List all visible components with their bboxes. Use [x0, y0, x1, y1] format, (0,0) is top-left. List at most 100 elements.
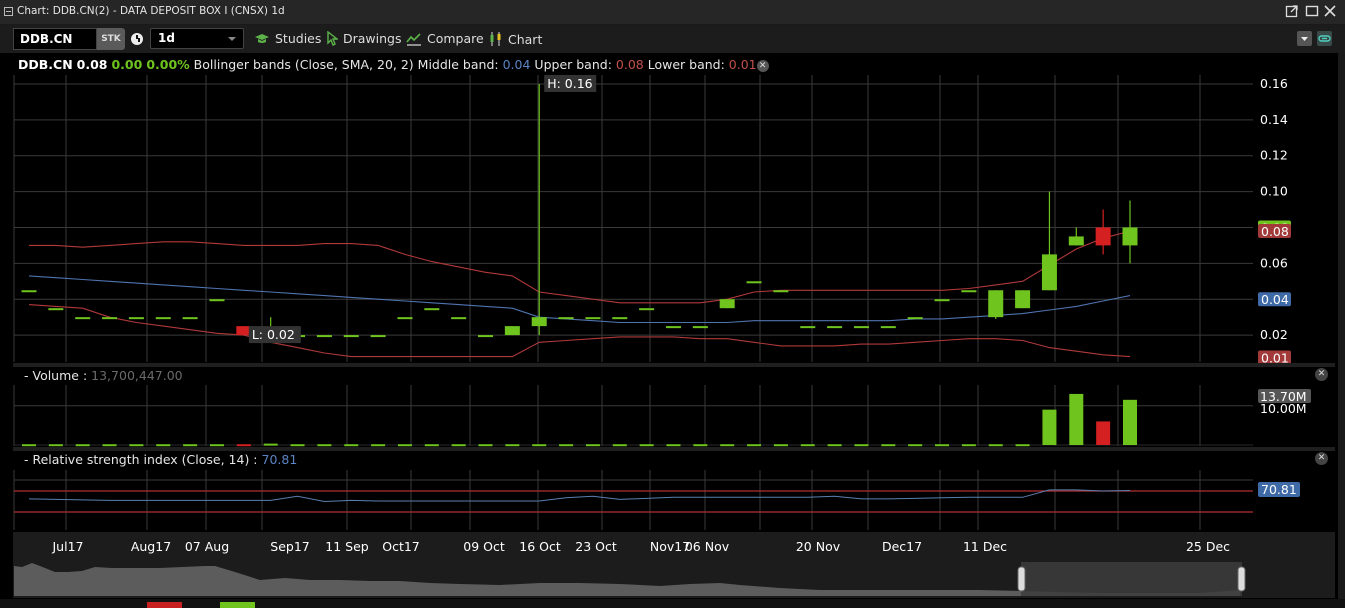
candle-body — [397, 317, 413, 320]
candle-body — [988, 290, 1004, 318]
volume-bar — [585, 444, 600, 447]
volume-bar — [290, 444, 305, 447]
close-volume-pane-icon[interactable]: ✕ — [1315, 368, 1328, 381]
rsi-title: - Relative strength index (Close, 14) : — [24, 452, 258, 467]
navigator-handle[interactable] — [1237, 566, 1246, 592]
candle-body — [182, 317, 198, 320]
volume-bar — [908, 444, 923, 447]
time-tick-label: 25 Dec — [1186, 539, 1230, 554]
pane-divider[interactable] — [13, 447, 1335, 451]
navigator-selection — [1021, 562, 1242, 596]
volume-bar — [639, 444, 654, 447]
candle-body — [478, 335, 494, 338]
volume-bar — [209, 444, 224, 447]
volume-bar — [505, 444, 520, 447]
volume-bar — [612, 444, 627, 447]
volume-bar — [1015, 444, 1030, 447]
candle-body — [719, 299, 735, 309]
candle-body — [1068, 236, 1084, 246]
price-badge-label: 0.08 — [1261, 224, 1289, 239]
candle-body — [1122, 227, 1138, 246]
volume-bar — [263, 443, 278, 446]
candle-body — [853, 326, 869, 329]
chart-svg: 0.160.140.120.100.080.060.040.020.080.08… — [13, 74, 1335, 598]
price-tick-label: 0.10 — [1260, 184, 1288, 199]
candle-body — [102, 317, 118, 320]
volume-value: 13,700,447.00 — [91, 368, 183, 383]
volume-bar — [371, 444, 386, 447]
rsi-pane-title: - Relative strength index (Close, 14) : … — [24, 452, 297, 467]
volume-bar — [559, 444, 574, 447]
candle-body — [128, 317, 144, 320]
volume-bar — [1096, 421, 1111, 445]
time-tick-label: Sep17 — [270, 539, 309, 554]
price-axis: 0.160.140.120.100.080.060.040.020.080.08… — [1258, 76, 1291, 366]
lower-band-line — [28, 304, 1131, 358]
volume-bar — [48, 444, 63, 447]
time-tick-label: 06 Nov — [685, 539, 730, 554]
taskbar-strip — [0, 599, 1345, 608]
candle-body — [907, 317, 923, 320]
bollinger-bands — [28, 230, 1131, 358]
annotation-label: H: 0.16 — [547, 76, 592, 91]
candle-body — [424, 308, 440, 311]
candle-body — [370, 335, 386, 338]
volume-bar — [75, 444, 90, 447]
candle-body — [1095, 227, 1111, 246]
candle-body — [880, 326, 896, 329]
candle-body — [961, 290, 977, 293]
candle-body — [155, 317, 171, 320]
volume-bar — [156, 444, 171, 447]
candle-body — [504, 326, 520, 336]
volume-bar — [532, 444, 547, 447]
candle-body — [343, 335, 359, 338]
volume-bar — [344, 444, 359, 447]
volume-bar — [773, 444, 788, 447]
time-tick-label: 23 Oct — [575, 539, 617, 554]
time-tick-label: Dec17 — [882, 539, 922, 554]
candle-body — [800, 326, 816, 329]
rsi-value: 70.81 — [261, 452, 298, 467]
volume-bar — [988, 444, 1003, 447]
close-rsi-pane-icon[interactable]: ✕ — [1315, 452, 1328, 465]
candle-body — [746, 281, 762, 284]
price-tick-label: 0.12 — [1260, 148, 1288, 163]
annotations: H: 0.16 L: 0.02 — [248, 74, 597, 344]
volume-pane-title: - Volume : 13,700,447.00 — [24, 368, 183, 383]
time-tick-label: Aug17 — [131, 539, 171, 554]
rsi-axis: 70.81 — [1258, 482, 1300, 497]
tab-indicator-red[interactable] — [147, 602, 182, 608]
candle-body — [665, 326, 681, 329]
candle-body — [316, 335, 332, 338]
candle-body — [773, 290, 789, 293]
volume-bar — [693, 444, 708, 447]
volume-bar — [317, 444, 332, 447]
navigator-handle[interactable] — [1017, 566, 1026, 592]
volume-bar — [424, 444, 439, 447]
annotation-label: L: 0.02 — [252, 327, 295, 342]
price-tick-label: 0.02 — [1260, 327, 1288, 342]
tab-indicator-green[interactable] — [220, 602, 255, 608]
candle-body — [934, 299, 950, 302]
time-tick-label: 16 Oct — [519, 539, 561, 554]
candle-body — [531, 317, 547, 327]
volume-bar — [1042, 409, 1057, 445]
price-tick-label: 0.14 — [1260, 112, 1288, 127]
candle-body — [827, 326, 843, 329]
volume-axis: 13.70M10.00M — [1258, 389, 1311, 416]
volume-bar — [854, 444, 869, 447]
price-tick-label: 0.16 — [1260, 76, 1288, 91]
candle-body — [209, 299, 225, 302]
candle-body — [639, 308, 655, 311]
candle-body — [585, 317, 601, 320]
candle-body — [692, 326, 708, 329]
time-tick-label: 09 Oct — [463, 539, 505, 554]
candle-body — [48, 308, 64, 311]
pane-divider[interactable] — [13, 363, 1335, 367]
volume-bar — [935, 444, 950, 447]
volume-bar — [397, 444, 412, 447]
volume-bar — [478, 444, 493, 447]
rsi-badge-label: 70.81 — [1261, 482, 1297, 497]
volume-bar — [1069, 393, 1084, 445]
volume-bar — [129, 444, 144, 447]
